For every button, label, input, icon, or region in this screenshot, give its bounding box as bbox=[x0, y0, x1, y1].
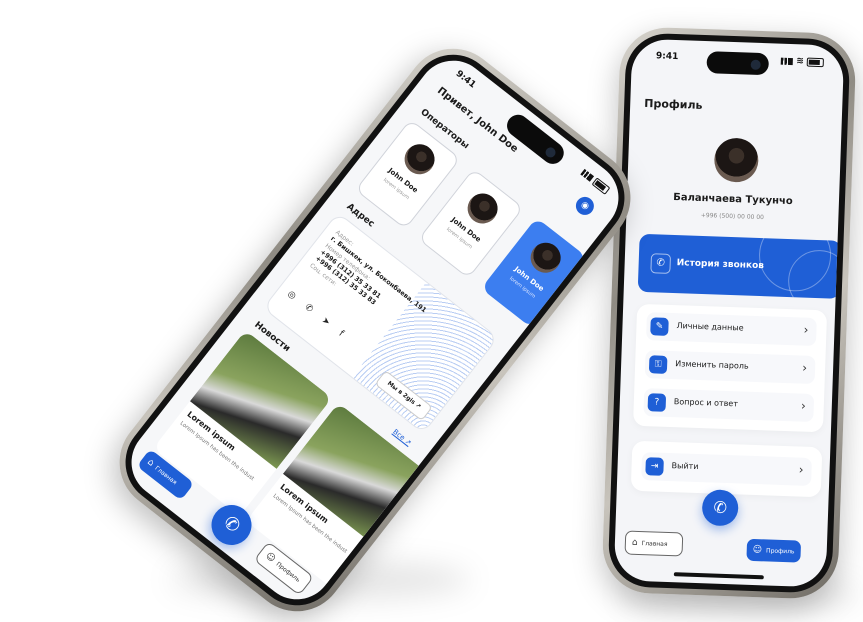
chevron-right-icon: › bbox=[800, 398, 807, 413]
user-name: Баланчаева Тукунчо bbox=[672, 191, 793, 208]
call-history-button[interactable]: ✆ История звонков bbox=[637, 233, 842, 299]
avatar bbox=[524, 236, 567, 279]
chevron-right-icon: › bbox=[798, 462, 804, 477]
facebook-icon[interactable]: f bbox=[337, 329, 346, 339]
avatar bbox=[713, 137, 760, 183]
status-time: 9:41 bbox=[655, 51, 679, 63]
home-icon: ⌂ bbox=[631, 537, 638, 548]
call-fab-button[interactable]: ✆ bbox=[701, 489, 739, 527]
battery-icon bbox=[806, 57, 824, 67]
news-all-link[interactable]: Все ↗ bbox=[391, 428, 413, 447]
telegram-icon[interactable]: ➤ bbox=[320, 316, 332, 329]
page-title: Профиль bbox=[644, 96, 703, 112]
home-phone: 9:41 Привет, John Doe ◉ Операторы John D… bbox=[100, 29, 650, 622]
chevron-right-icon: › bbox=[803, 322, 809, 337]
menu-item-change-password[interactable]: ⚿ Изменить пароль › bbox=[644, 350, 816, 385]
social-links: ◎ ✆ ➤ f bbox=[285, 289, 345, 339]
status-time: 9:41 bbox=[453, 68, 478, 91]
whatsapp-icon[interactable]: ✆ bbox=[303, 302, 315, 315]
profile-screen: 9:41 ≋ Профиль Баланчаева Тукунчо +996 (… bbox=[613, 38, 845, 588]
help-icon: ? bbox=[647, 393, 667, 412]
settings-menu: ✎ Личные данные › ⚿ Изменить пароль › ? … bbox=[633, 303, 828, 433]
menu-item-personal-data[interactable]: ✎ Личные данные › bbox=[646, 312, 817, 347]
avatar bbox=[461, 187, 504, 230]
battery-icon bbox=[591, 176, 611, 195]
logout-card: ⇥ Выйти › bbox=[630, 440, 823, 498]
key-icon: ⚿ bbox=[648, 355, 668, 374]
eye-icon[interactable]: ◉ bbox=[572, 193, 598, 219]
phone-icon: ✆ bbox=[650, 253, 672, 274]
logout-icon: ⇥ bbox=[645, 457, 664, 476]
phone-icon: ✆ bbox=[713, 497, 728, 518]
home-icon: ⌂ bbox=[145, 457, 156, 469]
call-history-label: История звонков bbox=[676, 258, 765, 272]
nav-home-button[interactable]: ⌂Главная bbox=[624, 530, 684, 557]
dynamic-island bbox=[502, 110, 569, 169]
nav-profile-button[interactable]: ☺Профиль bbox=[746, 538, 802, 563]
logout-button[interactable]: ⇥ Выйти › bbox=[641, 452, 812, 486]
home-indicator bbox=[673, 572, 764, 580]
mockup-stage: 9:41 ≋ Профиль Баланчаева Тукунчо +996 (… bbox=[0, 0, 863, 622]
instagram-icon[interactable]: ◎ bbox=[285, 289, 297, 302]
phone-icon: ✆ bbox=[219, 511, 245, 538]
user-icon: ☺ bbox=[752, 544, 763, 556]
signal-icon bbox=[781, 57, 794, 65]
signal-icon bbox=[580, 168, 595, 182]
edit-icon: ✎ bbox=[650, 317, 669, 336]
user-phone: +996 (500) 00 00 00 bbox=[700, 211, 765, 222]
dynamic-island bbox=[706, 51, 770, 76]
wifi-icon: ≋ bbox=[796, 56, 804, 67]
avatar bbox=[398, 138, 441, 181]
user-icon: ☺ bbox=[263, 550, 278, 565]
chevron-right-icon: › bbox=[802, 360, 808, 375]
menu-item-faq[interactable]: ? Вопрос и ответ › bbox=[643, 388, 815, 423]
profile-phone: 9:41 ≋ Профиль Баланчаева Тукунчо +996 (… bbox=[601, 26, 857, 600]
